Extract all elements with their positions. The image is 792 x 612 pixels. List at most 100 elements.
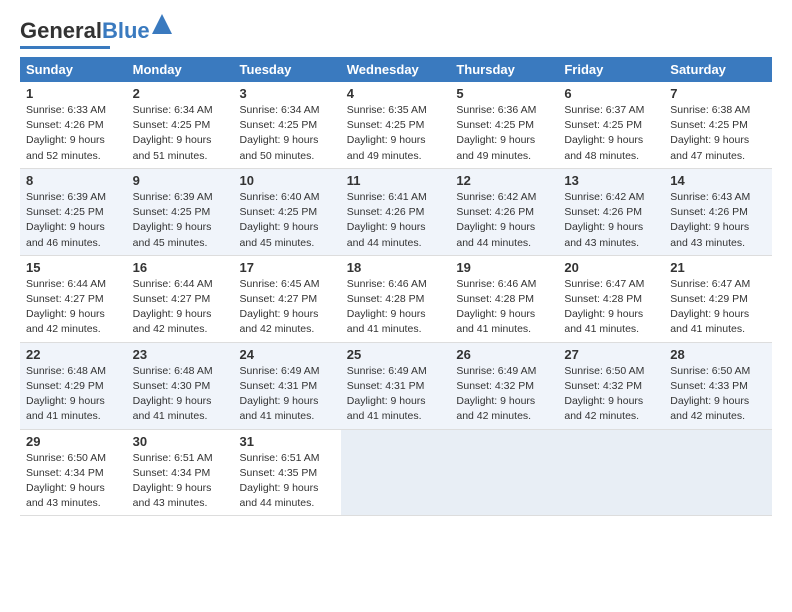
col-header-wednesday: Wednesday: [341, 57, 451, 82]
day-info: Sunrise: 6:49 AM Sunset: 4:31 PM Dayligh…: [347, 365, 427, 423]
day-info: Sunrise: 6:44 AM Sunset: 4:27 PM Dayligh…: [26, 278, 106, 336]
day-number: 13: [564, 173, 658, 188]
calendar-cell: 8 Sunrise: 6:39 AM Sunset: 4:25 PM Daylig…: [20, 168, 127, 255]
calendar-cell: [664, 429, 772, 516]
day-number: 20: [564, 260, 658, 275]
calendar-cell: 27 Sunrise: 6:50 AM Sunset: 4:32 PM Dayli…: [558, 342, 664, 429]
calendar-cell: 5Sunrise: 6:36 AM Sunset: 4:25 PM Daylig…: [450, 82, 558, 168]
day-info: Sunrise: 6:40 AM Sunset: 4:25 PM Dayligh…: [240, 191, 320, 249]
calendar-header-row: SundayMondayTuesdayWednesdayThursdayFrid…: [20, 57, 772, 82]
day-number: 10: [240, 173, 335, 188]
day-number: 9: [133, 173, 228, 188]
calendar-week-1: 1 Sunrise: 6:33 AM Sunset: 4:26 PM Daylig…: [20, 82, 772, 168]
logo: GeneralBlue: [20, 18, 150, 49]
calendar-cell: 4 Sunrise: 6:35 AM Sunset: 4:25 PM Daylig…: [341, 82, 451, 168]
col-header-tuesday: Tuesday: [234, 57, 341, 82]
day-info: Sunrise: 6:48 AM Sunset: 4:29 PM Dayligh…: [26, 365, 106, 423]
calendar-cell: 30Sunrise: 6:51 AM Sunset: 4:34 PM Dayli…: [127, 429, 234, 516]
day-number: 28: [670, 347, 766, 362]
day-info: Sunrise: 6:49 AM Sunset: 4:31 PM Dayligh…: [240, 365, 320, 423]
calendar-cell: 17 Sunrise: 6:45 AM Sunset: 4:27 PM Dayli…: [234, 255, 341, 342]
day-number: 5: [456, 86, 552, 101]
day-info: Sunrise: 6:51 AM Sunset: 4:34 PM Dayligh…: [133, 452, 213, 510]
calendar-cell: 15 Sunrise: 6:44 AM Sunset: 4:27 PM Dayli…: [20, 255, 127, 342]
calendar-cell: 21 Sunrise: 6:47 AM Sunset: 4:29 PM Dayli…: [664, 255, 772, 342]
calendar-cell: 9 Sunrise: 6:39 AM Sunset: 4:25 PM Daylig…: [127, 168, 234, 255]
day-number: 11: [347, 173, 445, 188]
col-header-saturday: Saturday: [664, 57, 772, 82]
day-info: Sunrise: 6:46 AM Sunset: 4:28 PM Dayligh…: [347, 278, 427, 336]
col-header-thursday: Thursday: [450, 57, 558, 82]
calendar-cell: [341, 429, 451, 516]
day-number: 2: [133, 86, 228, 101]
day-info: Sunrise: 6:42 AM Sunset: 4:26 PM Dayligh…: [456, 191, 536, 249]
calendar-cell: 28 Sunrise: 6:50 AM Sunset: 4:33 PM Dayli…: [664, 342, 772, 429]
page-container: GeneralBlue SundayMondayTuesdayWednesday…: [0, 0, 792, 526]
calendar-cell: 29Sunrise: 6:50 AM Sunset: 4:34 PM Dayli…: [20, 429, 127, 516]
calendar-cell: 1 Sunrise: 6:33 AM Sunset: 4:26 PM Daylig…: [20, 82, 127, 168]
day-number: 23: [133, 347, 228, 362]
day-info: Sunrise: 6:50 AM Sunset: 4:34 PM Dayligh…: [26, 452, 106, 510]
day-number: 8: [26, 173, 121, 188]
col-header-friday: Friday: [558, 57, 664, 82]
calendar-cell: 10 Sunrise: 6:40 AM Sunset: 4:25 PM Dayli…: [234, 168, 341, 255]
day-number: 16: [133, 260, 228, 275]
day-number: 7: [670, 86, 766, 101]
day-info: Sunrise: 6:37 AM Sunset: 4:25 PM Dayligh…: [564, 104, 644, 162]
calendar-cell: 14Sunrise: 6:43 AM Sunset: 4:26 PM Dayli…: [664, 168, 772, 255]
day-info: Sunrise: 6:45 AM Sunset: 4:27 PM Dayligh…: [240, 278, 320, 336]
col-header-monday: Monday: [127, 57, 234, 82]
calendar-cell: 26 Sunrise: 6:49 AM Sunset: 4:32 PM Dayli…: [450, 342, 558, 429]
calendar-cell: 20 Sunrise: 6:47 AM Sunset: 4:28 PM Dayli…: [558, 255, 664, 342]
header: GeneralBlue: [20, 18, 772, 49]
day-number: 26: [456, 347, 552, 362]
day-number: 21: [670, 260, 766, 275]
day-info: Sunrise: 6:48 AM Sunset: 4:30 PM Dayligh…: [133, 365, 213, 423]
calendar-week-2: 8 Sunrise: 6:39 AM Sunset: 4:25 PM Daylig…: [20, 168, 772, 255]
day-info: Sunrise: 6:39 AM Sunset: 4:25 PM Dayligh…: [133, 191, 213, 249]
calendar-cell: 24Sunrise: 6:49 AM Sunset: 4:31 PM Dayli…: [234, 342, 341, 429]
calendar-cell: [450, 429, 558, 516]
day-info: Sunrise: 6:46 AM Sunset: 4:28 PM Dayligh…: [456, 278, 536, 336]
day-number: 17: [240, 260, 335, 275]
calendar-cell: 18 Sunrise: 6:46 AM Sunset: 4:28 PM Dayli…: [341, 255, 451, 342]
calendar-cell: 23 Sunrise: 6:48 AM Sunset: 4:30 PM Dayli…: [127, 342, 234, 429]
day-number: 4: [347, 86, 445, 101]
calendar-week-3: 15 Sunrise: 6:44 AM Sunset: 4:27 PM Dayli…: [20, 255, 772, 342]
day-info: Sunrise: 6:44 AM Sunset: 4:27 PM Dayligh…: [133, 278, 213, 336]
day-info: Sunrise: 6:50 AM Sunset: 4:32 PM Dayligh…: [564, 365, 644, 423]
day-number: 19: [456, 260, 552, 275]
day-number: 6: [564, 86, 658, 101]
day-info: Sunrise: 6:41 AM Sunset: 4:26 PM Dayligh…: [347, 191, 427, 249]
calendar-cell: 2 Sunrise: 6:34 AM Sunset: 4:25 PM Daylig…: [127, 82, 234, 168]
day-number: 3: [240, 86, 335, 101]
calendar-cell: 16 Sunrise: 6:44 AM Sunset: 4:27 PM Dayli…: [127, 255, 234, 342]
calendar-week-4: 22Sunrise: 6:48 AM Sunset: 4:29 PM Dayli…: [20, 342, 772, 429]
calendar-week-5: 29Sunrise: 6:50 AM Sunset: 4:34 PM Dayli…: [20, 429, 772, 516]
calendar-cell: 13Sunrise: 6:42 AM Sunset: 4:26 PM Dayli…: [558, 168, 664, 255]
calendar-cell: 25 Sunrise: 6:49 AM Sunset: 4:31 PM Dayli…: [341, 342, 451, 429]
day-info: Sunrise: 6:51 AM Sunset: 4:35 PM Dayligh…: [240, 452, 320, 510]
day-info: Sunrise: 6:47 AM Sunset: 4:28 PM Dayligh…: [564, 278, 644, 336]
day-info: Sunrise: 6:39 AM Sunset: 4:25 PM Dayligh…: [26, 191, 106, 249]
logo-blue: Blue: [102, 18, 150, 43]
day-number: 15: [26, 260, 121, 275]
day-number: 27: [564, 347, 658, 362]
day-number: 1: [26, 86, 121, 101]
day-info: Sunrise: 6:34 AM Sunset: 4:25 PM Dayligh…: [133, 104, 213, 162]
calendar-cell: 12Sunrise: 6:42 AM Sunset: 4:26 PM Dayli…: [450, 168, 558, 255]
day-info: Sunrise: 6:50 AM Sunset: 4:33 PM Dayligh…: [670, 365, 750, 423]
calendar-cell: 31Sunrise: 6:51 AM Sunset: 4:35 PM Dayli…: [234, 429, 341, 516]
day-number: 25: [347, 347, 445, 362]
day-number: 18: [347, 260, 445, 275]
calendar-table: SundayMondayTuesdayWednesdayThursdayFrid…: [20, 57, 772, 516]
day-info: Sunrise: 6:35 AM Sunset: 4:25 PM Dayligh…: [347, 104, 427, 162]
day-info: Sunrise: 6:47 AM Sunset: 4:29 PM Dayligh…: [670, 278, 750, 336]
col-header-sunday: Sunday: [20, 57, 127, 82]
day-info: Sunrise: 6:33 AM Sunset: 4:26 PM Dayligh…: [26, 104, 106, 162]
calendar-cell: 19 Sunrise: 6:46 AM Sunset: 4:28 PM Dayli…: [450, 255, 558, 342]
day-info: Sunrise: 6:43 AM Sunset: 4:26 PM Dayligh…: [670, 191, 750, 249]
day-info: Sunrise: 6:49 AM Sunset: 4:32 PM Dayligh…: [456, 365, 536, 423]
calendar-cell: 6 Sunrise: 6:37 AM Sunset: 4:25 PM Daylig…: [558, 82, 664, 168]
logo-underline: [20, 46, 110, 49]
